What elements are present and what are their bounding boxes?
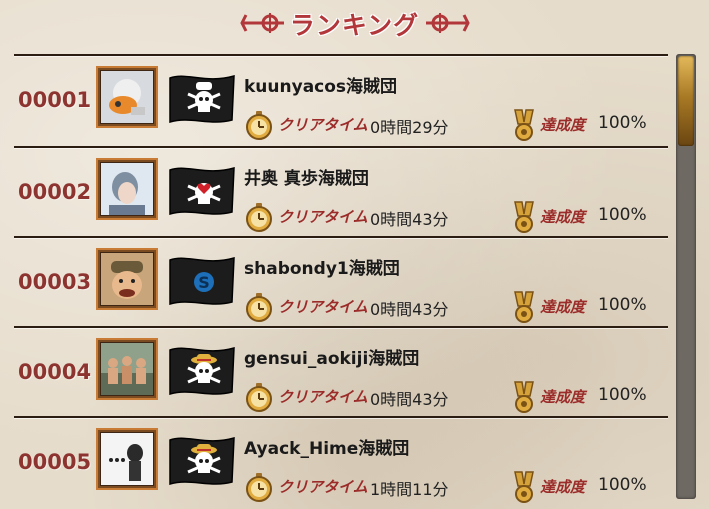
- svg-text:S: S: [198, 273, 210, 292]
- achievement-label: 達成度: [540, 116, 586, 134]
- ranking-row[interactable]: 00003 S shabondy1海賊団 クリアタイム 0時間43分 達成度 1…: [14, 238, 668, 328]
- clear-time-value: 0時間43分: [370, 300, 449, 319]
- avatar-image: [101, 253, 153, 305]
- rank-number: 00002: [18, 180, 92, 204]
- achievement-label: 達成度: [540, 478, 586, 496]
- clear-time-value: 0時間43分: [370, 210, 449, 229]
- rank-number: 00004: [18, 360, 92, 384]
- anchor-icon: [426, 13, 470, 33]
- medal-icon: [514, 201, 534, 233]
- clear-time-label: クリアタイム: [278, 478, 368, 496]
- clear-time-label: クリアタイム: [278, 116, 368, 134]
- pocket-watch-icon: [246, 473, 272, 502]
- clear-time-value: 1時間11分: [370, 480, 449, 499]
- avatar[interactable]: [96, 158, 158, 220]
- avatar-image: [101, 433, 153, 485]
- clear-time-label: クリアタイム: [278, 298, 368, 316]
- clear-time-value: 0時間43分: [370, 390, 449, 409]
- achievement-value: 100%: [598, 475, 647, 495]
- medal-icon: [514, 471, 534, 503]
- crew-name: gensui_aokiji海賊団: [244, 349, 420, 369]
- medal-icon: [514, 381, 534, 413]
- crew-name: shabondy1海賊団: [244, 259, 400, 279]
- achievement-value: 100%: [598, 113, 647, 133]
- jolly-roger-flag-icon: S: [169, 256, 235, 306]
- rank-number: 00003: [18, 270, 92, 294]
- achievement-value: 100%: [598, 205, 647, 225]
- avatar[interactable]: [96, 248, 158, 310]
- medal-icon: [514, 291, 534, 323]
- rank-number: 00001: [18, 88, 92, 112]
- clear-time-label: クリアタイム: [278, 388, 368, 406]
- crew-name: Ayack_Hime海賊団: [244, 439, 410, 459]
- clear-time-label: クリアタイム: [278, 208, 368, 226]
- jolly-roger-flag-icon: [169, 74, 235, 124]
- avatar-image: [101, 163, 153, 215]
- avatar-image: [101, 71, 153, 123]
- page-title: ランキング: [289, 11, 420, 40]
- jolly-roger-flag-icon: [169, 166, 235, 216]
- crew-name: 井奥 真歩海賊団: [244, 169, 369, 189]
- pocket-watch-icon: [246, 293, 272, 322]
- scrollbar-track[interactable]: [676, 54, 696, 499]
- ranking-header: ランキング: [0, 0, 709, 50]
- ranking-row[interactable]: 00001 kuunyacos海賊団 クリアタイム 0時間29分 達成度 100…: [14, 56, 668, 146]
- pocket-watch-icon: [246, 111, 272, 140]
- avatar[interactable]: [96, 338, 158, 400]
- jolly-roger-flag-icon: [169, 436, 235, 486]
- jolly-roger-flag-icon: [169, 346, 235, 396]
- achievement-label: 達成度: [540, 208, 586, 226]
- achievement-value: 100%: [598, 385, 647, 405]
- achievement-label: 達成度: [540, 298, 586, 316]
- crew-name: kuunyacos海賊団: [244, 77, 398, 97]
- ranking-row[interactable]: 00005 Ayack_Hime海賊団 クリアタイム 1時間11分 達成度 10…: [14, 418, 668, 508]
- ranking-row[interactable]: 00004 gensui_aokiji海賊団 クリアタイム 0時間43分 達成度…: [14, 328, 668, 418]
- avatar-image: [101, 343, 153, 395]
- pocket-watch-icon: [246, 383, 272, 412]
- achievement-value: 100%: [598, 295, 647, 315]
- ranking-row[interactable]: 00002 井奥 真歩海賊団 クリアタイム 0時間43分 達成度 100%: [14, 148, 668, 238]
- medal-icon: [514, 109, 534, 141]
- clear-time-value: 0時間29分: [370, 118, 449, 137]
- ranking-list[interactable]: 00001 kuunyacos海賊団 クリアタイム 0時間29分 達成度 100…: [14, 50, 668, 509]
- pocket-watch-icon: [246, 203, 272, 232]
- avatar[interactable]: [96, 66, 158, 128]
- avatar[interactable]: [96, 428, 158, 490]
- rank-number: 00005: [18, 450, 92, 474]
- scrollbar-thumb[interactable]: [678, 56, 694, 146]
- achievement-label: 達成度: [540, 388, 586, 406]
